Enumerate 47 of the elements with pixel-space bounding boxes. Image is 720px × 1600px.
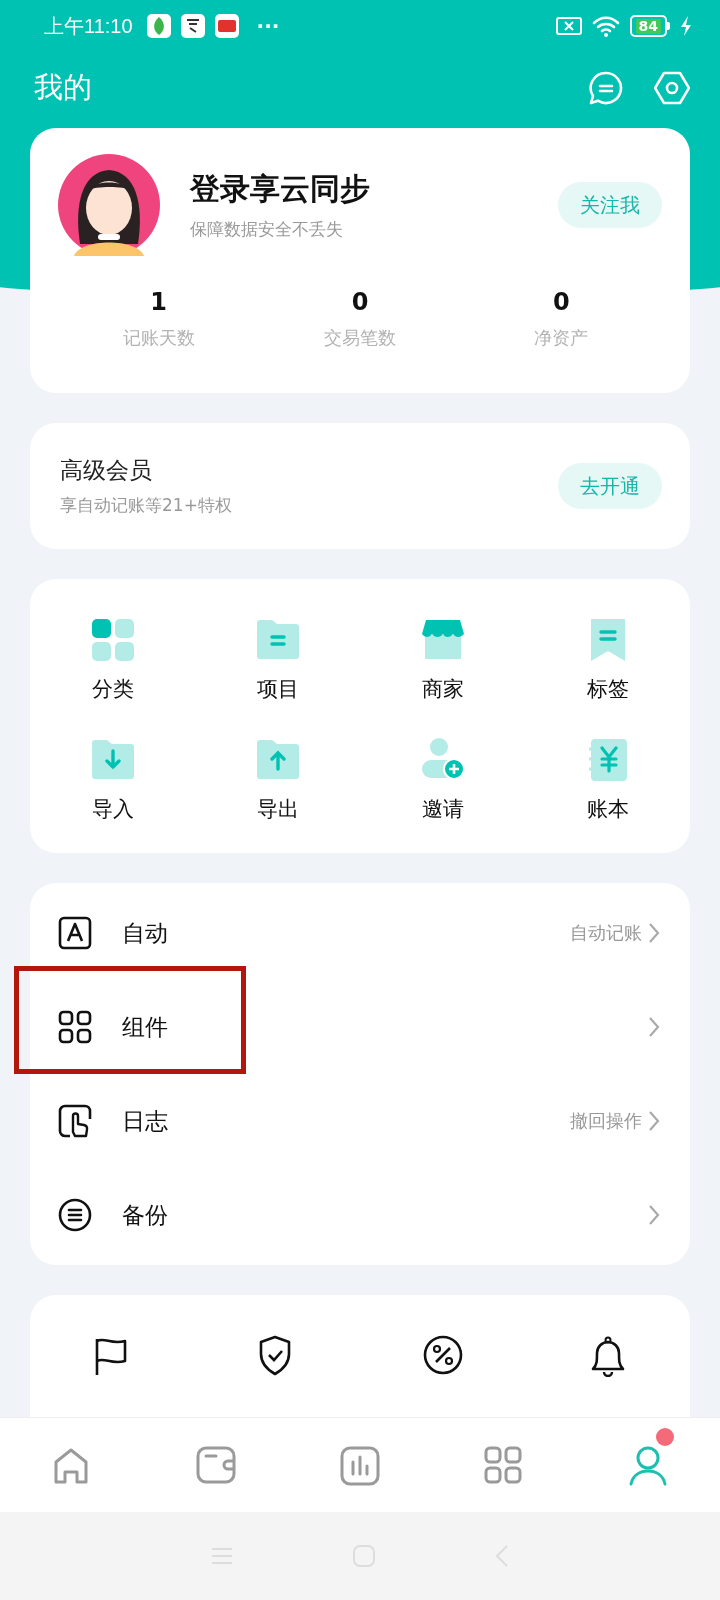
chevron-right-icon[interactable]: [648, 922, 660, 944]
membership-subtitle: 享自动记账等21+特权: [60, 494, 233, 517]
shortcut-label[interactable]: 导出: [256, 795, 299, 823]
stat-value: 0: [552, 288, 570, 316]
avatar-icon[interactable]: [58, 154, 160, 256]
settings-icon[interactable]: [654, 70, 690, 106]
sim-off-icon: [555, 16, 582, 36]
shortcut-label[interactable]: 分类: [91, 675, 134, 703]
menu-item[interactable]: 自动: [122, 917, 570, 949]
menu-item[interactable]: 组件: [122, 1011, 648, 1043]
letter-a-icon[interactable]: [58, 916, 92, 950]
chevron-right-icon[interactable]: [648, 1204, 660, 1226]
touch-icon[interactable]: [58, 1104, 92, 1138]
shortcut-label[interactable]: 导入: [91, 795, 134, 823]
more-notifications: ···: [256, 14, 280, 38]
membership-title: 高级会员: [60, 456, 153, 485]
list-circle-icon[interactable]: [58, 1198, 92, 1232]
app-notification-icon: [146, 14, 171, 38]
status-time: 上午11:10: [44, 13, 133, 39]
message-icon[interactable]: [588, 70, 624, 106]
login-title[interactable]: 登录享云同步: [190, 169, 558, 210]
app-notification-icon: [214, 14, 239, 38]
stat-value: 1: [150, 288, 167, 316]
shortcut-label[interactable]: 账本: [586, 795, 629, 823]
menu-item[interactable]: 备份: [122, 1199, 648, 1231]
menu-item[interactable]: 日志: [122, 1105, 570, 1137]
wifi-icon: [591, 15, 620, 37]
person-icon[interactable]: [628, 1445, 668, 1486]
percent-icon[interactable]: [422, 1335, 463, 1377]
charging-icon: [680, 15, 692, 37]
category-icon[interactable]: [89, 617, 136, 663]
page-title: 我的: [34, 69, 93, 106]
chevron-right-icon[interactable]: [648, 1110, 660, 1132]
bar-chart-icon[interactable]: [340, 1445, 380, 1486]
stat-label: 记账天数: [122, 326, 195, 350]
stat-value: 0: [351, 288, 369, 316]
wallet-icon[interactable]: [196, 1445, 236, 1486]
login-subtitle: 保障数据安全不丢失: [190, 218, 344, 241]
shortcut-label[interactable]: 标签: [586, 675, 629, 703]
stat-label: 净资产: [534, 326, 589, 350]
shortcut-label[interactable]: 商家: [421, 675, 464, 703]
grid-icon[interactable]: [58, 1010, 92, 1044]
stat-label: 交易笔数: [324, 326, 396, 350]
app-notification-icon: [180, 14, 205, 38]
shortcut-label[interactable]: 项目: [256, 675, 299, 703]
chevron-right-icon[interactable]: [648, 1016, 660, 1038]
shortcut-label[interactable]: 邀请: [421, 795, 464, 823]
